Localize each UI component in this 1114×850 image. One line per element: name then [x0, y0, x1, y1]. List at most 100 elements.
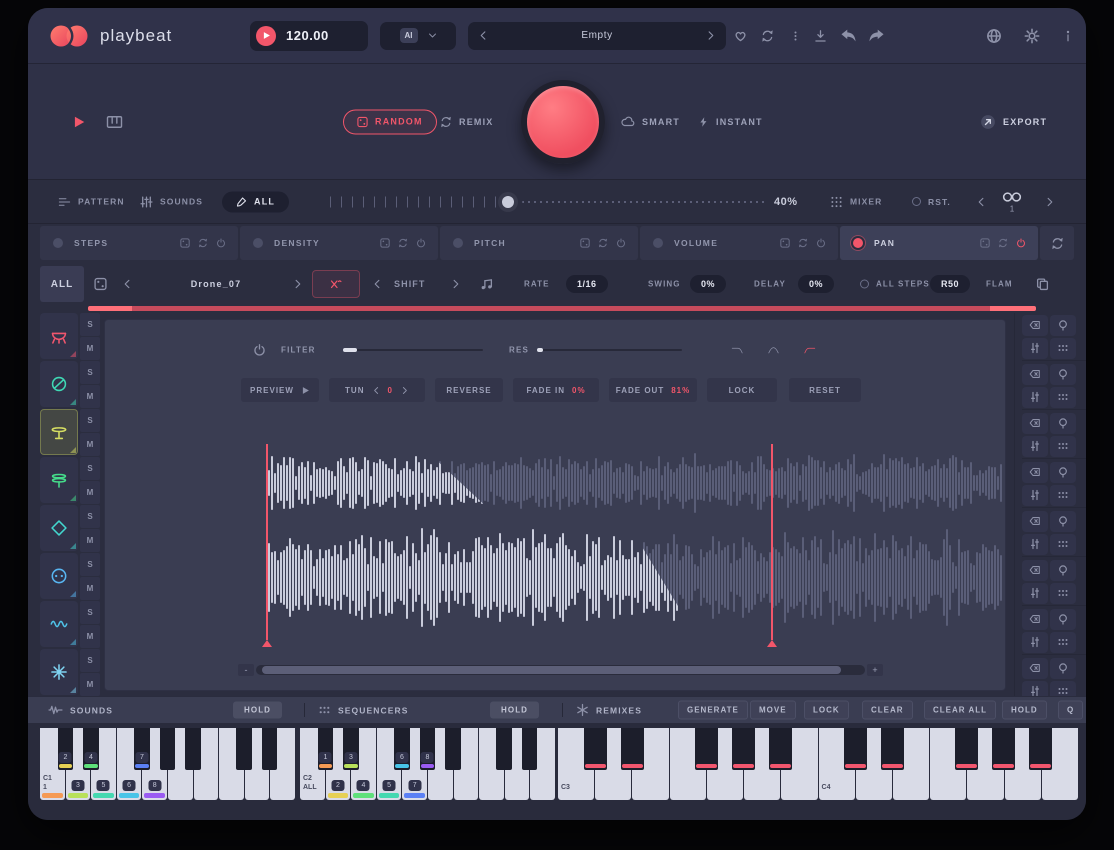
- lock-remix-button[interactable]: LOCK: [804, 701, 849, 720]
- community-button[interactable]: [986, 28, 1002, 44]
- tab-enable-dot[interactable]: [853, 238, 863, 248]
- clear-sample-button[interactable]: [1022, 413, 1048, 434]
- remix-button[interactable]: REMIX: [440, 116, 494, 128]
- mute-button[interactable]: M: [80, 481, 100, 504]
- track-select-hihat-open[interactable]: [40, 457, 78, 503]
- choke-button[interactable]: [312, 270, 360, 298]
- filter-bandpass-icon[interactable]: [767, 344, 780, 357]
- black-key[interactable]: 8: [420, 728, 436, 770]
- cycle-icon[interactable]: [798, 238, 808, 248]
- randomize-icon[interactable]: [580, 238, 590, 248]
- notes-icon[interactable]: [480, 278, 493, 291]
- tune-down-button[interactable]: [372, 386, 381, 395]
- complexity-slider-handle[interactable]: [502, 196, 514, 208]
- randomize-icon[interactable]: [180, 238, 190, 248]
- black-key[interactable]: [881, 728, 904, 770]
- zoom-out-button[interactable]: -: [238, 664, 254, 676]
- step-grid-button[interactable]: [1050, 485, 1076, 506]
- solo-button[interactable]: S: [80, 601, 100, 624]
- track-select-tom-drum[interactable]: [40, 553, 78, 599]
- preview-knob-button[interactable]: [1050, 609, 1076, 630]
- black-key[interactable]: [262, 728, 278, 770]
- sample-prev-button[interactable]: [122, 278, 133, 291]
- sample-name[interactable]: Drone_07: [146, 279, 286, 289]
- step-grid-button[interactable]: [1050, 387, 1076, 408]
- export-button[interactable]: EXPORT: [980, 114, 1047, 130]
- clear-sample-button[interactable]: [1022, 560, 1048, 581]
- tab-enable-dot[interactable]: [253, 238, 263, 248]
- random-button[interactable]: RANDOM: [343, 109, 437, 134]
- tab-volume[interactable]: VOLUME: [640, 226, 838, 260]
- mute-button[interactable]: M: [80, 529, 100, 552]
- filter-lowpass-icon[interactable]: [731, 344, 744, 357]
- settings-button[interactable]: [1024, 28, 1040, 44]
- black-key[interactable]: 3: [343, 728, 359, 770]
- redo-button[interactable]: [868, 28, 885, 43]
- undo-button[interactable]: [840, 28, 857, 43]
- smart-button[interactable]: SMART: [621, 116, 680, 128]
- pattern-toggle[interactable]: PATTERN: [58, 195, 125, 208]
- preview-knob-button[interactable]: [1050, 560, 1076, 581]
- cycle-icon[interactable]: [398, 238, 408, 248]
- info-button[interactable]: [1062, 28, 1074, 43]
- tune-control[interactable]: TUN 0: [329, 378, 425, 402]
- remixes-section[interactable]: REMIXES: [576, 704, 642, 717]
- delay-value[interactable]: 0%: [798, 275, 834, 293]
- power-icon[interactable]: [216, 238, 226, 248]
- cycle-icon[interactable]: [198, 238, 208, 248]
- all-tracks-cell[interactable]: ALL: [40, 266, 84, 302]
- mute-button[interactable]: M: [80, 433, 100, 456]
- black-key[interactable]: [695, 728, 718, 770]
- power-icon[interactable]: [816, 238, 826, 248]
- quantize-button[interactable]: Q: [1058, 701, 1083, 720]
- tab-pitch[interactable]: PITCH: [440, 226, 638, 260]
- black-key[interactable]: [160, 728, 176, 770]
- preview-knob-button[interactable]: [1050, 462, 1076, 483]
- generate-button[interactable]: GENERATE: [678, 701, 748, 720]
- scrollbar-track[interactable]: [256, 665, 865, 675]
- sample-next-button[interactable]: [292, 278, 303, 291]
- preview-knob-button[interactable]: [1050, 413, 1076, 434]
- all-steps-dot[interactable]: [860, 280, 869, 289]
- sequencers-hold-button[interactable]: HOLD: [490, 702, 539, 719]
- reverse-button[interactable]: REVERSE: [435, 378, 503, 402]
- black-key[interactable]: [732, 728, 755, 770]
- shift-right-button[interactable]: [450, 278, 461, 291]
- rate-value[interactable]: 1/16: [566, 275, 608, 293]
- step-grid-button[interactable]: [1050, 583, 1076, 604]
- swing-value[interactable]: 0%: [690, 275, 726, 293]
- cycle-icon[interactable]: [998, 238, 1008, 248]
- black-key[interactable]: 1: [318, 728, 334, 770]
- clear-sample-button[interactable]: [1022, 315, 1048, 336]
- lock-sample-button[interactable]: LOCK: [707, 378, 777, 402]
- solo-button[interactable]: S: [80, 313, 100, 336]
- randomize-icon[interactable]: [780, 238, 790, 248]
- clear-sample-button[interactable]: [1022, 658, 1048, 679]
- randomize-icon[interactable]: [980, 238, 990, 248]
- black-key[interactable]: [584, 728, 607, 770]
- sample-end-marker[interactable]: [771, 444, 773, 640]
- black-key[interactable]: [955, 728, 978, 770]
- solo-button[interactable]: S: [80, 361, 100, 384]
- preview-knob-button[interactable]: [1050, 511, 1076, 532]
- tab-steps[interactable]: STEPS: [40, 226, 238, 260]
- mute-button[interactable]: M: [80, 625, 100, 648]
- mixer-toggle[interactable]: MIXER: [830, 195, 882, 208]
- tab-density[interactable]: DENSITY: [240, 226, 438, 260]
- filter-highpass-icon[interactable]: [803, 344, 816, 357]
- randomize-icon[interactable]: [380, 238, 390, 248]
- copy-button[interactable]: [1036, 278, 1049, 291]
- faders-button[interactable]: [1022, 632, 1048, 653]
- move-button[interactable]: MOVE: [750, 701, 796, 720]
- black-key[interactable]: [185, 728, 201, 770]
- black-key[interactable]: 6: [394, 728, 410, 770]
- mute-button[interactable]: M: [80, 577, 100, 600]
- preset-menu-button[interactable]: [790, 29, 801, 42]
- sounds-toggle[interactable]: SOUNDS: [140, 195, 203, 208]
- black-key[interactable]: [844, 728, 867, 770]
- tab-enable-dot[interactable]: [653, 238, 663, 248]
- shift-left-button[interactable]: [372, 278, 383, 291]
- sounds-section[interactable]: SOUNDS: [48, 704, 113, 717]
- sequencers-section[interactable]: SEQUENCERS: [318, 704, 409, 717]
- ai-menu-button[interactable]: AI: [380, 22, 456, 50]
